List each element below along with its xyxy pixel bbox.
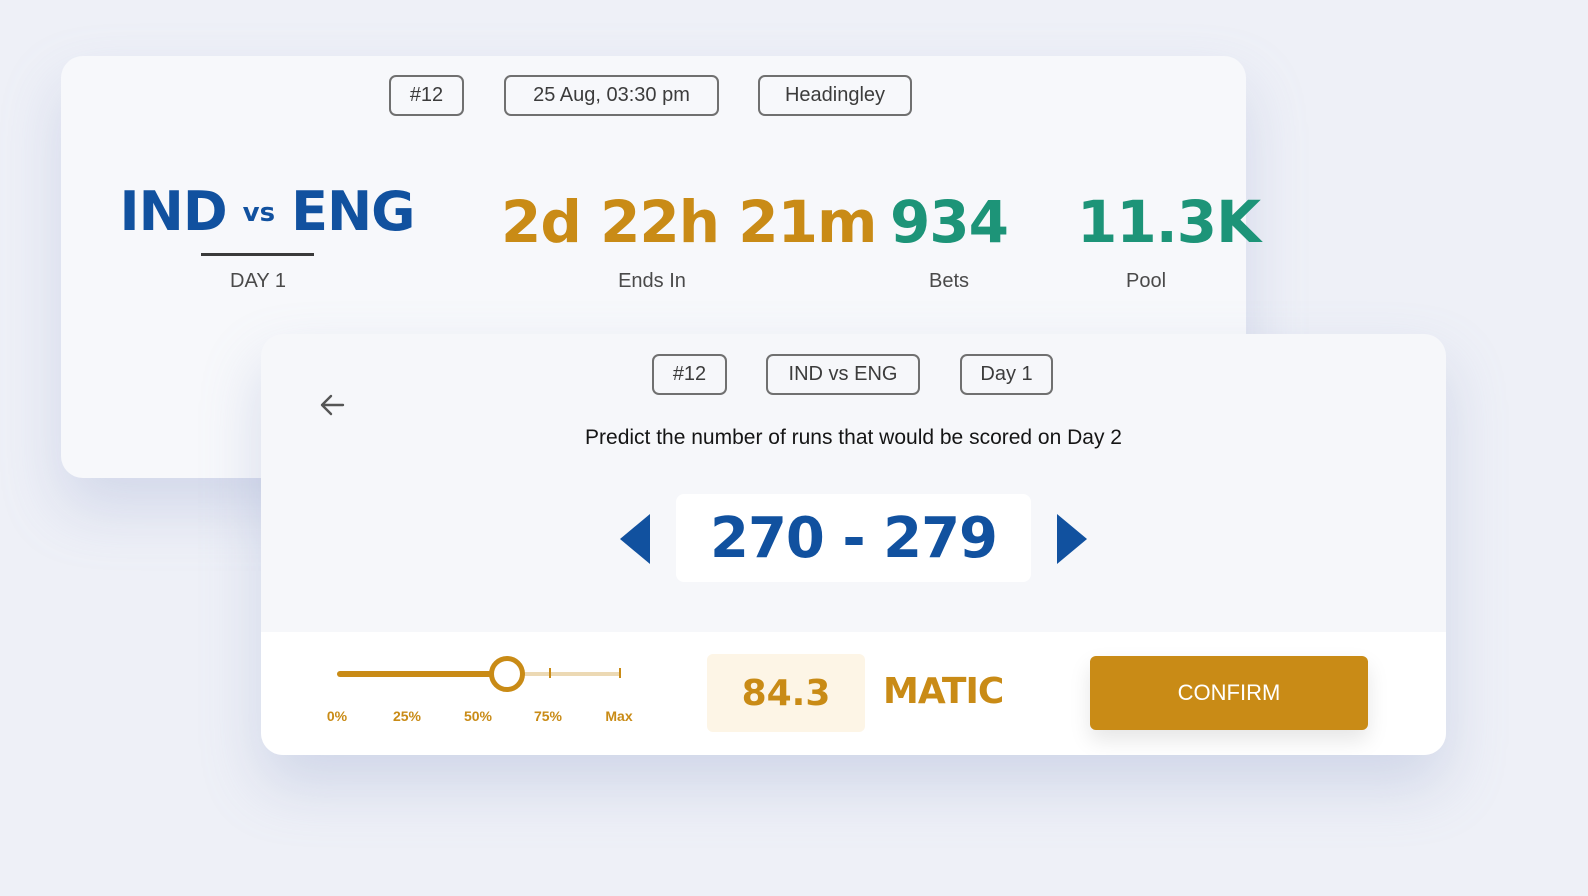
arrow-left-icon <box>320 394 345 416</box>
countdown-label: Ends In <box>618 270 686 292</box>
match-number-tag: #12 <box>389 75 464 116</box>
bets-label: Bets <box>928 270 970 292</box>
teams-underline <box>201 253 314 256</box>
confirm-button[interactable]: CONFIRM <box>1090 656 1368 730</box>
range-prev-button[interactable] <box>620 514 652 564</box>
vs-text: vs <box>242 198 276 228</box>
slider-label-max: Max <box>605 708 633 724</box>
prediction-day-text: Day 1 <box>980 363 1033 385</box>
pool-label: Pool <box>1125 270 1167 292</box>
slider-label-25: 25% <box>392 708 422 724</box>
slider-label-50: 50% <box>463 708 493 724</box>
slider-thumb[interactable] <box>489 656 525 692</box>
prediction-match-name-text: IND vs ENG <box>788 363 898 385</box>
countdown-value: 2d 22h 21m <box>501 188 877 256</box>
match-number-text: #12 <box>409 84 444 106</box>
slider-label-75: 75% <box>533 708 563 724</box>
prediction-match-number-tag: #12 <box>652 354 727 395</box>
run-range-display: 270 - 279 <box>676 494 1031 582</box>
range-next-button[interactable] <box>1055 514 1087 564</box>
stake-slider[interactable] <box>337 656 622 692</box>
team-b: ENG <box>291 179 415 243</box>
caret-left-icon <box>620 514 650 564</box>
prediction-match-name-tag: IND vs ENG <box>766 354 920 395</box>
prediction-card: #12 IND vs ENG Day 1 Predict the number … <box>261 334 1446 755</box>
confirm-button-label: CONFIRM <box>1177 680 1281 705</box>
prediction-day-tag: Day 1 <box>960 354 1053 395</box>
stake-amount-field[interactable]: 84.3 <box>707 654 865 732</box>
venue-text: Headingley <box>784 84 886 106</box>
slider-label-0: 0% <box>326 708 348 724</box>
team-a: IND <box>119 179 228 243</box>
slider-tick-max <box>619 668 621 678</box>
currency-label: MATIC <box>883 671 1004 712</box>
match-datetime-tag: 25 Aug, 03:30 pm <box>504 75 719 116</box>
prediction-question: Predict the number of runs that would be… <box>585 426 1122 449</box>
prediction-match-number-text: #12 <box>672 363 707 385</box>
teams-heading: IND vs ENG <box>120 178 416 244</box>
slider-tick-75 <box>549 668 551 678</box>
pool-value: 11.3K <box>1077 188 1261 256</box>
bets-value: 934 <box>889 188 1009 256</box>
slider-labels: 0% 25% 50% 75% Max <box>261 708 661 728</box>
stake-amount-value: 84.3 <box>741 672 831 714</box>
day-label: DAY 1 <box>230 270 286 292</box>
caret-right-icon <box>1057 514 1087 564</box>
venue-tag: Headingley <box>758 75 912 116</box>
match-datetime-text: 25 Aug, 03:30 pm <box>533 84 690 106</box>
slider-track-fill <box>337 671 507 677</box>
run-range-value: 270 - 279 <box>709 505 998 571</box>
back-button[interactable] <box>317 390 347 420</box>
